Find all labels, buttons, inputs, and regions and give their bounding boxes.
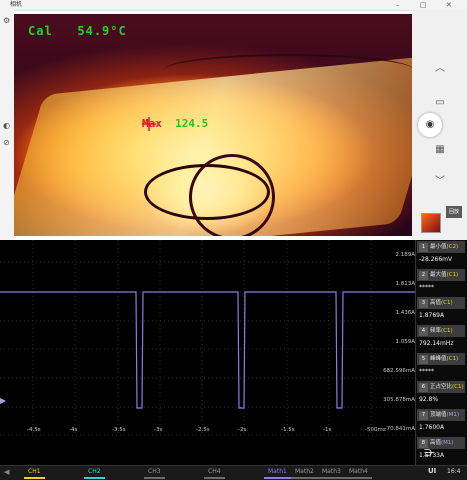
- measurement-source: (C1): [446, 272, 459, 278]
- channel-tab-math3[interactable]: Math3: [318, 467, 345, 479]
- y-tick-label: -70.841mA: [384, 426, 415, 432]
- minimize-icon[interactable]: –: [396, 0, 400, 10]
- measurement-header: 5 峰峰值(C1): [417, 353, 465, 365]
- measurement-value: *****: [419, 284, 434, 291]
- measurement-header: 1 最小值(C2): [417, 241, 465, 253]
- measurement-index: 7: [419, 411, 428, 420]
- measurement-value: -28.266mV: [419, 256, 453, 263]
- measurement-index: 3: [419, 299, 428, 308]
- probe-cable-shape-2: [189, 154, 275, 236]
- measurement-source: (C1): [446, 356, 459, 362]
- x-tick-label: -3s: [154, 427, 163, 433]
- measurement-index: 2: [419, 271, 428, 280]
- last-photo-thumbnail[interactable]: [421, 213, 441, 233]
- measurement-header: 2 最大值(C1): [417, 269, 465, 281]
- capture-photo-button[interactable]: ◉: [418, 113, 442, 137]
- y-tick-label: 1.436A: [395, 310, 415, 316]
- measurement-name: 最大值: [430, 272, 447, 278]
- measurement-source: (C1): [452, 384, 464, 390]
- measurement-name: 最小值: [430, 244, 447, 250]
- measurement-source: (C1): [441, 328, 453, 334]
- x-tick-label: -4.5s: [27, 427, 41, 433]
- max-temp-readout: Max 124.5: [142, 117, 209, 130]
- video-icon[interactable]: ▭: [430, 96, 450, 110]
- measurement-index: 8: [419, 439, 428, 448]
- grid-icon[interactable]: ▦: [430, 143, 450, 157]
- x-tick-label: -2s: [238, 427, 247, 433]
- measurement-name: 高值: [430, 440, 442, 446]
- measurement-value: *****: [419, 368, 434, 375]
- measurement-value: 792.14mHz: [419, 340, 454, 347]
- camera-icon: ◉: [425, 119, 435, 130]
- measurement-source: (C1): [441, 300, 453, 306]
- measurement-header: 4 频率(C1): [417, 325, 465, 337]
- measurement-name: 高值: [430, 300, 442, 306]
- chevron-down-icon[interactable]: ﹀: [430, 175, 450, 189]
- menu-icon[interactable]: ◀: [4, 468, 9, 476]
- measurement-header: 7 顶端值(M1): [417, 409, 465, 421]
- measurement-name: 正占空比: [430, 384, 453, 390]
- measurement-name: 峰峰值: [430, 356, 447, 362]
- measurement-value: 1.7600A: [419, 424, 445, 431]
- exposure-icon[interactable]: ◐: [3, 121, 10, 130]
- channel-tab-ch1[interactable]: CH1: [24, 467, 45, 479]
- measurement-header: 3 高值(C1): [417, 297, 465, 309]
- calibration-readout: Cal 54.9°C: [28, 24, 127, 38]
- x-tick-label: -1.5s: [281, 427, 295, 433]
- measurement-name: 频率: [430, 328, 442, 334]
- y-tick-label: 2.189A: [395, 252, 415, 258]
- channel-tab-math2[interactable]: Math2: [291, 467, 318, 479]
- camera-title: 相机: [10, 1, 23, 8]
- x-tick-label: -1s: [323, 427, 332, 433]
- plot-grid: [0, 240, 415, 436]
- playback-button[interactable]: 回放: [446, 206, 462, 218]
- thermal-image-view: Cal 54.9°C Max 124.5: [14, 14, 412, 236]
- x-tick-label: -3.5s: [112, 427, 126, 433]
- collapse-panel-icon[interactable]: ⋺: [424, 448, 434, 459]
- channel-tab-ch2[interactable]: CH2: [84, 467, 105, 479]
- y-tick-label: 682.596mA: [383, 368, 415, 374]
- channel-bar: ◀ UI 16:4: [0, 465, 467, 480]
- y-tick-label: 1.059A: [395, 339, 415, 345]
- measurement-index: 4: [419, 327, 428, 336]
- chevron-up-icon[interactable]: ︿: [430, 62, 450, 76]
- y-tick-label: 305.878mA: [383, 397, 415, 403]
- settings-gear-icon[interactable]: ⚙: [3, 16, 10, 25]
- measurement-index: 1: [419, 243, 428, 252]
- x-tick-label: -2.5s: [196, 427, 210, 433]
- measurement-header: 6 正占空比(C1): [417, 381, 465, 393]
- close-icon[interactable]: ✕: [446, 0, 452, 10]
- brand-logo: UI: [428, 467, 437, 475]
- wire-shape: [164, 54, 412, 86]
- trigger-marker-icon: [0, 398, 6, 404]
- measurement-source: (M1): [441, 440, 454, 446]
- measurement-name: 顶端值: [430, 412, 447, 418]
- clock-time: 16:4: [447, 468, 461, 475]
- measurement-index: 5: [419, 355, 428, 364]
- channel-tab-math4[interactable]: Math4: [345, 467, 372, 479]
- channel-tab-ch3[interactable]: CH3: [144, 467, 165, 479]
- camera-titlebar: 相机 – □ ✕: [0, 0, 467, 11]
- measurement-source: (C2): [446, 244, 459, 250]
- x-tick-label: -500ms: [365, 427, 386, 433]
- maximize-icon[interactable]: □: [420, 0, 427, 10]
- measurement-value: 1.8769A: [419, 312, 445, 319]
- hdr-off-icon[interactable]: ⊘: [3, 138, 10, 147]
- measurement-value: 92.8%: [419, 396, 439, 403]
- measurement-index: 6: [419, 383, 428, 392]
- x-tick-label: -4s: [69, 427, 78, 433]
- math1-trace: [0, 291, 415, 409]
- channel-tab-math1[interactable]: Math1: [264, 467, 291, 479]
- measurement-source: (M1): [446, 412, 460, 418]
- y-tick-label: 1.813A: [395, 281, 415, 287]
- camera-left-toolbar: ⚙ ◐ ⊘: [0, 10, 14, 240]
- channel-tab-ch4[interactable]: CH4: [204, 467, 225, 479]
